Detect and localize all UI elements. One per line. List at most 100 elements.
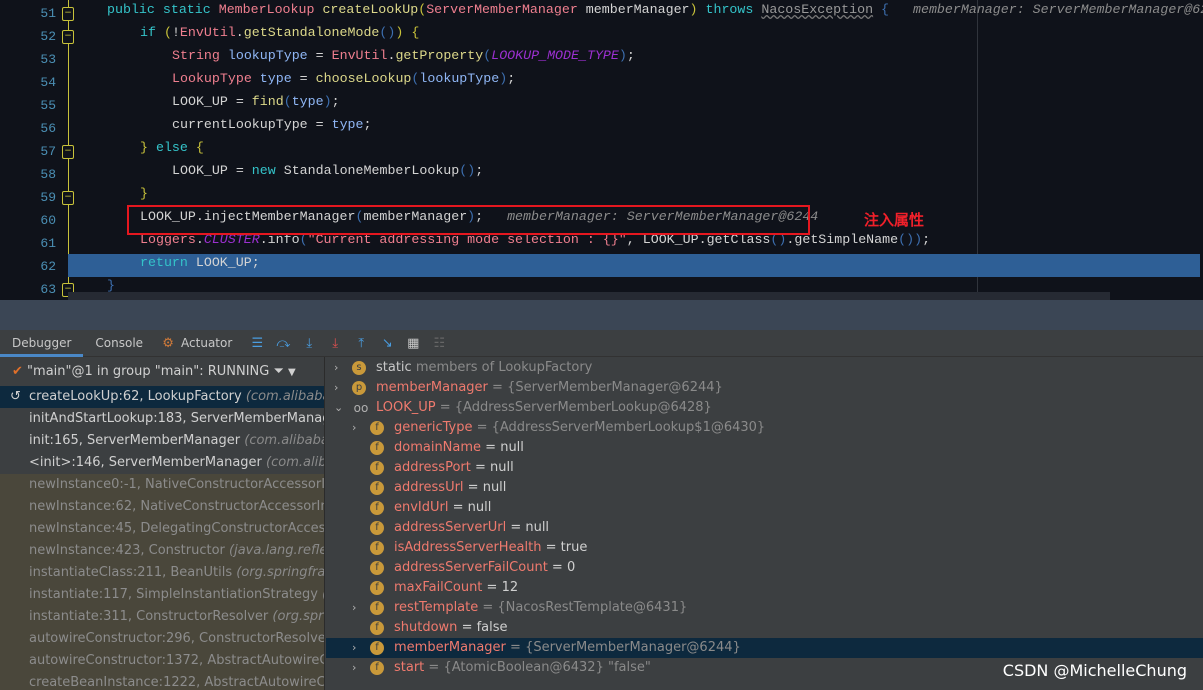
variable-name: maxFailCount [394,580,483,595]
fold-icon[interactable]: − [62,30,74,44]
variable-value: = null [463,480,507,495]
stack-frame[interactable]: autowireConstructor:296, ConstructorReso… [0,628,324,650]
frame-method: initAndStartLookup:183, ServerMemberMana… [29,411,325,426]
tab-actuator[interactable]: Actuator [181,330,244,357]
variable-row[interactable]: › f restTemplate = {NacosRestTemplate@6431… [326,598,1203,618]
variable-row[interactable]: f addressServerUrl = null [326,518,1203,538]
variable-row[interactable]: › p memberManager = {ServerMemberManager@6… [326,378,1203,398]
chevron-right-icon[interactable]: › [352,638,364,658]
code-token: LOOKUP_MODE_TYPE [491,48,619,63]
code-token: throws [697,2,762,17]
code-token: StandaloneMemberLookup [283,163,460,178]
code-token: ServerMemberManager [426,2,586,17]
horizontal-scrollbar[interactable] [68,292,1110,300]
thread-label: "main"@1 in group "main": RUNNING [27,364,270,379]
variable-row[interactable]: f isAddressServerHealth = true [326,538,1203,558]
code-token: currentLookupType = [172,117,332,132]
code-token: LookupType [172,71,260,86]
frame-method: autowireConstructor:296, ConstructorReso… [29,631,325,646]
fold-icon[interactable]: − [62,145,74,159]
code-token: ( [418,2,427,17]
line-number: 56 [40,121,56,136]
variable-row[interactable]: f envIdUrl = null [326,498,1203,518]
fold-icon[interactable]: − [62,191,74,205]
tab-console[interactable]: Console [83,330,155,357]
line-number: 60 [40,213,56,228]
code-token: ( [163,25,172,40]
variable-name: addressServerUrl [394,520,507,535]
frame-package: (com.alibaba.nacos.core.cluster) [266,455,324,470]
variable-kind-icon: s [352,361,366,375]
stack-frame[interactable]: instantiate:117, SimpleInstantiationStra… [0,584,324,606]
variable-row[interactable]: f addressUrl = null [326,478,1203,498]
code-token: new [251,163,284,178]
filter-icon[interactable]: ⏷ [273,364,283,379]
line-number: 57 [40,144,56,159]
variable-row[interactable]: f maxFailCount = 12 [326,578,1203,598]
stack-frame[interactable]: <init>:146, ServerMemberManager (com.ali… [0,452,324,474]
variable-row[interactable]: › f memberManager = {ServerMemberManager@6… [326,638,1203,658]
stack-frame[interactable]: instantiateClass:211, BeanUtils (org.spr… [0,562,324,584]
code-editor[interactable]: 51− public static MemberLookup createLook… [0,0,1203,300]
step-over-icon[interactable]: ⤼ [273,336,293,351]
code-token: ; [626,48,635,63]
variable-row[interactable]: f addressPort = null [326,458,1203,478]
variable-row[interactable]: f addressServerFailCount = 0 [326,558,1203,578]
line-number: 55 [40,98,56,113]
chevron-right-icon[interactable]: › [352,658,364,678]
variable-name: static [376,360,412,375]
check-icon: ✔ [12,364,23,379]
step-out-icon[interactable]: ⤒ [351,336,371,351]
line-number: 59 [40,190,56,205]
variable-kind-icon: f [370,621,384,635]
stack-frame[interactable]: newInstance:423, Constructor (java.lang.… [0,540,324,562]
chevron-right-icon[interactable]: › [352,418,364,438]
stack-frame[interactable]: initAndStartLookup:183, ServerMemberMana… [0,408,324,430]
trace-icon[interactable]: ☷ [429,336,449,351]
variable-row[interactable]: › f genericType = {AddressServerMemberLook… [326,418,1203,438]
code-token: ; [363,117,372,132]
code-token: getStandaloneMode [243,25,380,40]
stack-frame[interactable]: newInstance0:-1, NativeConstructorAccess… [0,474,324,496]
stack-frame[interactable]: createBeanInstance:1222, AbstractAutowir… [0,672,324,690]
frame-method: newInstance:423, Constructor [29,543,230,558]
variable-row[interactable]: › s static members of LookupFactory [326,358,1203,378]
code-token: type [291,94,324,109]
code-token: type [259,71,292,86]
code-token: ) [618,48,627,63]
variable-name: memberManager [394,640,506,655]
code-token: else [155,140,196,155]
code-token: () [898,232,915,247]
stack-frame[interactable]: newInstance:62, NativeConstructorAccesso… [0,496,324,518]
code-token: LOOK_UP = [172,94,252,109]
stack-frame[interactable]: ↺ createLookUp:62, LookupFactory (com.ali… [0,386,324,408]
step-into-icon[interactable]: ⤓ [299,336,319,351]
frame-method: instantiate:311, ConstructorResolver [29,609,273,624]
evaluate-expression-icon[interactable]: ▦ [403,336,423,351]
stack-frame[interactable]: init:165, ServerMemberManager (com.aliba… [0,430,324,452]
variable-row[interactable]: f shutdown = false [326,618,1203,638]
stack-frame[interactable]: newInstance:45, DelegatingConstructorAcc… [0,518,324,540]
variable-row[interactable]: ⌄ oo LOOK_UP = {AddressServerMemberLookup@… [326,398,1203,418]
line-number: 51 [40,6,56,21]
stack-frame[interactable]: instantiate:311, ConstructorResolver (or… [0,606,324,628]
chevron-right-icon[interactable]: › [334,378,346,398]
variable-kind-icon: f [370,521,384,535]
stack-frame[interactable]: autowireConstructor:1372, AbstractAutowi… [0,650,324,672]
frame-package: (org.springframework) [272,609,324,624]
variable-row[interactable]: f domainName = null [326,438,1203,458]
chevron-down-icon[interactable]: ▼ [288,367,296,378]
variable-value: = null [470,460,514,475]
chevron-down-icon[interactable]: ⌄ [334,398,346,418]
chevron-right-icon[interactable]: › [334,358,346,378]
menu-icon[interactable]: ☰ [247,336,267,351]
frame-package: (com.alibaba.nacos.core.cluster.lookup) [245,389,324,404]
force-step-into-icon[interactable]: ⤓ [325,336,345,351]
run-to-cursor-icon[interactable]: ↘ [377,336,397,351]
chevron-right-icon[interactable]: › [352,598,364,618]
variable-value: members of LookupFactory [411,360,593,375]
fold-icon[interactable]: − [62,7,74,21]
thread-selector[interactable]: ✔ "main"@1 in group "main": RUNNING ⏷ ▼ [0,357,324,386]
code-token: } [107,278,115,293]
tab-debugger[interactable]: Debugger [0,330,84,357]
